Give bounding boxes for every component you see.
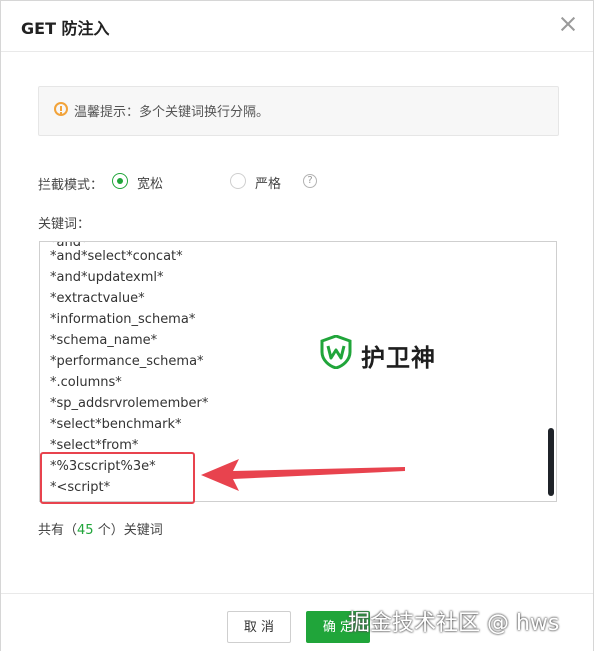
tip-box: 温馨提示：多个关键词换行分隔。 [38, 86, 559, 136]
count-number: 45 [77, 523, 94, 538]
radio-loose[interactable] [112, 173, 128, 189]
cancel-button[interactable]: 取 消 [227, 611, 291, 643]
radio-strict[interactable] [230, 173, 246, 189]
red-arrow-icon [201, 459, 405, 491]
watermark-text: 护卫神 [361, 344, 436, 372]
count-suffix: 个）关键词 [93, 523, 163, 538]
dialog-title: GET 防注入 [21, 19, 110, 38]
keyword-line: *select*from* [50, 438, 139, 453]
keyword-line: *information_schema* [50, 312, 196, 327]
keyword-line: *sp_addsrvrolemember* [50, 396, 209, 411]
keyword-line: *and*select*concat* [50, 249, 183, 264]
keyword-line: *select*benchmark* [50, 417, 182, 432]
keywords-label: 关键词： [38, 217, 91, 232]
warning-circle-icon [54, 102, 68, 116]
mode-label: 拦截模式： [38, 178, 104, 193]
dialog-header: GET 防注入 [1, 1, 593, 52]
keyword-line: *.columns* [50, 375, 122, 390]
shield-w-icon [320, 335, 352, 369]
count-prefix: 共有（ [38, 523, 78, 538]
credit-watermark: 掘金技术社区 @ hws [348, 611, 560, 636]
keyword-count: 共有（45 个）关键词 [38, 519, 163, 538]
tip-text: 温馨提示：多个关键词换行分隔。 [74, 105, 270, 120]
question-circle-icon[interactable]: ? [303, 174, 317, 188]
keyword-line: *schema_name* [50, 333, 158, 348]
close-icon[interactable] [559, 15, 577, 33]
keyword-line: *and*updatexml* [50, 270, 164, 285]
radio-loose-label[interactable]: 宽松 [137, 173, 163, 192]
keyword-line: *performance_schema* [50, 354, 204, 369]
dialog: GET 防注入 温馨提示：多个关键词换行分隔。 拦截模式： 宽松 严格 ? 关键… [0, 0, 594, 651]
radio-strict-label[interactable]: 严格 [255, 173, 281, 192]
keyword-line: *extractvalue* [50, 291, 145, 306]
highlight-box [40, 452, 195, 504]
scrollbar-thumb[interactable] [548, 428, 554, 496]
